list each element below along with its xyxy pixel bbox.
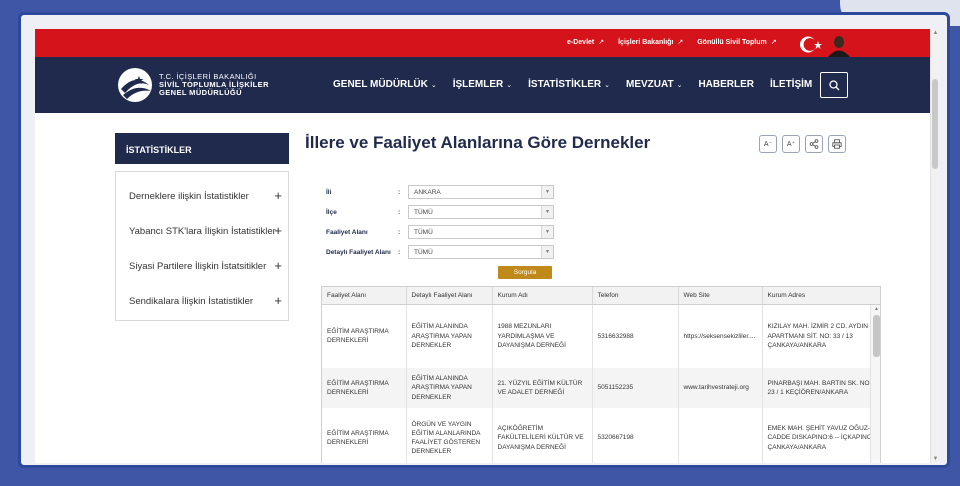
results-table: Faaliyet Alanı Detaylı Faaliyet Alanı Ku… (321, 286, 881, 463)
table-row[interactable]: EĞİTİM ARAŞTIRMA DERNEKLERİ ÖRGÜN VE YAY… (322, 408, 880, 463)
detayli-faaliyet-select[interactable]: TÜMÜ ▼ (408, 245, 554, 259)
table-cell: EĞİTİM ALANINDA ARAŞTIRMA YAPAN DERNEKLE… (406, 368, 493, 408)
filter-detayli-faaliyet: Detaylı Faaliyet Alanı: TÜMÜ ▼ (326, 245, 554, 259)
table-cell: 21. YÜZYIL EĞİTİM KÜLTÜR VE ADALET DERNE… (492, 368, 593, 408)
share-icon (809, 139, 819, 149)
top-link-bar: e-Devlet ↗ İçişleri Bakanlığı ↗ Gönüllü Si… (35, 29, 930, 57)
sidebar-item-yabanci-stk[interactable]: Yabancı STK'lara İlişkin İstatistikler + (116, 211, 288, 246)
ministry-name[interactable]: T.C. İÇİŞLERİ BAKANLIĞI SİVİL TOPLUMLA İ… (159, 73, 269, 97)
column-header[interactable]: Kurum Adı (492, 287, 593, 305)
table-row[interactable]: EĞİTİM ARAŞTIRMA DERNEKLERİ EĞİTİM ALANI… (322, 304, 880, 368)
table-cell: EMEK MAH. ŞEHİT YAVUZ OĞUZ-CADDE DISKAPI… (762, 408, 880, 463)
table-cell: EĞİTİM ARAŞTIRMA DERNEKLERİ (322, 368, 407, 408)
filter-label: Detaylı Faaliyet Alanı (326, 249, 391, 256)
table-cell: EĞİTİM ARAŞTIRMA DERNEKLERİ (322, 408, 407, 463)
filter-ilce: İlçe: TÜMÜ ▼ (326, 205, 554, 219)
link-icisleri-bakanligi[interactable]: İçişleri Bakanlığı ↗ (618, 38, 683, 46)
plus-icon: + (274, 293, 282, 308)
table-cell: KIZILAY MAH. İZMİR 2 CD. AYDIN APARTMANI… (762, 304, 880, 368)
table-cell: 5051152235 (592, 368, 679, 408)
dropdown-arrow-icon: ▼ (541, 226, 553, 238)
browser-window: e-Devlet ↗ İçişleri Bakanlığı ↗ Gönüllü Si… (18, 12, 950, 468)
search-icon (828, 79, 839, 90)
filter-label: İli (326, 189, 332, 196)
nav-haberler[interactable]: HABERLER (698, 79, 754, 90)
column-header[interactable]: Telefon (592, 287, 679, 305)
sidebar-item-dernekler[interactable]: Derneklere ilişkin İstatistikler + (116, 176, 288, 211)
table-header-row: Faaliyet Alanı Detaylı Faaliyet Alanı Ku… (322, 287, 880, 305)
ministry-logo-icon[interactable] (117, 67, 153, 103)
sorgula-button[interactable]: Sorgula (498, 266, 552, 279)
main-header: T.C. İÇİŞLERİ BAKANLIĞI SİVİL TOPLUMLA İ… (35, 57, 930, 113)
table-cell: AÇIKÖĞRETİM FAKÜLTELİLERİ KÜLTÜR VE DAYA… (492, 408, 593, 463)
filter-il: İli: ANKARA ▼ (326, 185, 554, 199)
table-cell: 1988 MEZUNLARI YARDIMLAŞMA VE DAYANIŞMA … (492, 304, 593, 368)
web-page: e-Devlet ↗ İçişleri Bakanlığı ↗ Gönüllü Si… (35, 29, 939, 463)
sidebar-title: İSTATİSTİKLER (115, 133, 289, 164)
scroll-down-icon[interactable]: ▼ (932, 456, 939, 462)
il-select[interactable]: ANKARA ▼ (408, 185, 554, 199)
table-row[interactable]: EĞİTİM ARAŞTIRMA DERNEKLERİ EĞİTİM ALANI… (322, 368, 880, 408)
table-cell-link[interactable]: https://seksensekizliler.... (678, 304, 763, 368)
plus-icon: + (274, 223, 282, 238)
chevron-down-icon: ⌄ (506, 82, 513, 89)
external-link-icon: ↗ (677, 39, 684, 46)
filter-faaliyet-alani: Faaliyet Alanı: TÜMÜ ▼ (326, 225, 554, 239)
link-e-devlet[interactable]: e-Devlet ↗ (567, 38, 604, 46)
table-cell: EĞİTİM ALANINDA ARAŞTIRMA YAPAN DERNEKLE… (406, 304, 493, 368)
table-scroll-thumb[interactable] (873, 315, 880, 357)
share-button[interactable] (805, 135, 823, 153)
plus-icon: + (274, 188, 282, 203)
nav-islemler[interactable]: İŞLEMLER ⌄ (453, 79, 512, 90)
table-cell: 5316632988 (592, 304, 679, 368)
font-decrease-button[interactable]: A⁻ (759, 135, 777, 153)
column-header[interactable]: Web Site (678, 287, 763, 305)
column-header[interactable]: Faaliyet Alanı (322, 287, 407, 305)
dropdown-arrow-icon: ▼ (541, 206, 553, 218)
sidebar-item-siyasi-partiler[interactable]: Siyasi Partilere İlişkin İstatsitikler + (116, 246, 288, 281)
nav-iletisim[interactable]: İLETİŞİM (770, 79, 812, 90)
sidebar-menu: Derneklere ilişkin İstatistikler + Yabanc… (115, 171, 289, 321)
search-button[interactable] (820, 72, 848, 98)
table-cell-link[interactable] (678, 408, 763, 463)
table-cell: ÖRGÜN VE YAYGIN EĞİTİM ALANLARINDA FAALİ… (406, 408, 493, 463)
print-icon (832, 139, 842, 149)
page-scrollbar[interactable]: ▲ ▼ (930, 29, 939, 463)
page-title: İllere ve Faaliyet Alanlarına Göre Derne… (305, 133, 651, 152)
dropdown-arrow-icon: ▼ (541, 186, 553, 198)
faaliyet-alani-select[interactable]: TÜMÜ ▼ (408, 225, 554, 239)
sidebar-item-sendikalar[interactable]: Sendikalara İlişkin İstatistikler + (116, 281, 288, 316)
nav-mevzuat[interactable]: MEVZUAT ⌄ (626, 79, 682, 90)
top-links: e-Devlet ↗ İçişleri Bakanlığı ↗ Gönüllü Si… (567, 38, 777, 46)
dropdown-arrow-icon: ▼ (541, 246, 553, 258)
scroll-up-icon[interactable]: ▲ (932, 30, 939, 36)
font-increase-button[interactable]: A⁺ (782, 135, 800, 153)
ilce-select[interactable]: TÜMÜ ▼ (408, 205, 554, 219)
table-cell: 5320667198 (592, 408, 679, 463)
external-link-icon: ↗ (598, 39, 605, 46)
page-tools: A⁻ A⁺ (759, 135, 846, 153)
main-nav: GENEL MÜDÜRLÜK ⌄ İŞLEMLER ⌄ İSTATİSTİKLER ⌄… (333, 79, 812, 90)
column-header[interactable]: Kurum Adres (762, 287, 880, 305)
table-cell-link[interactable]: www.tarihvestrateji.org (678, 368, 763, 408)
turkish-flag-ataturk-logo (800, 36, 850, 57)
chevron-down-icon: ⌄ (430, 82, 437, 89)
print-button[interactable] (828, 135, 846, 153)
table-cell: EĞİTİM ARAŞTIRMA DERNEKLERİ (322, 304, 407, 368)
chevron-down-icon: ⌄ (676, 82, 683, 89)
link-gonullu-sivil-toplum[interactable]: Gönüllü Sivil Toplum ↗ (697, 38, 776, 46)
nav-istatistikler[interactable]: İSTATİSTİKLER ⌄ (528, 79, 610, 90)
table-cell: PINARBAŞI MAH. BARTIN SK. NO: 23 / 1 KEÇ… (762, 368, 880, 408)
logo-line-3: GENEL MÜDÜRLÜĞÜ (159, 88, 242, 97)
column-header[interactable]: Detaylı Faaliyet Alanı (406, 287, 493, 305)
nav-genel-mudurluk[interactable]: GENEL MÜDÜRLÜK ⌄ (333, 79, 437, 90)
external-link-icon: ↗ (770, 39, 777, 46)
chevron-down-icon: ⌄ (604, 82, 610, 89)
filter-label: İlçe (326, 209, 337, 216)
plus-icon: + (274, 258, 282, 273)
filter-label: Faaliyet Alanı (326, 229, 368, 236)
table-scrollbar[interactable]: ▲ (870, 305, 880, 463)
scroll-up-icon[interactable]: ▲ (874, 306, 879, 312)
page-scroll-thumb[interactable] (932, 79, 938, 169)
